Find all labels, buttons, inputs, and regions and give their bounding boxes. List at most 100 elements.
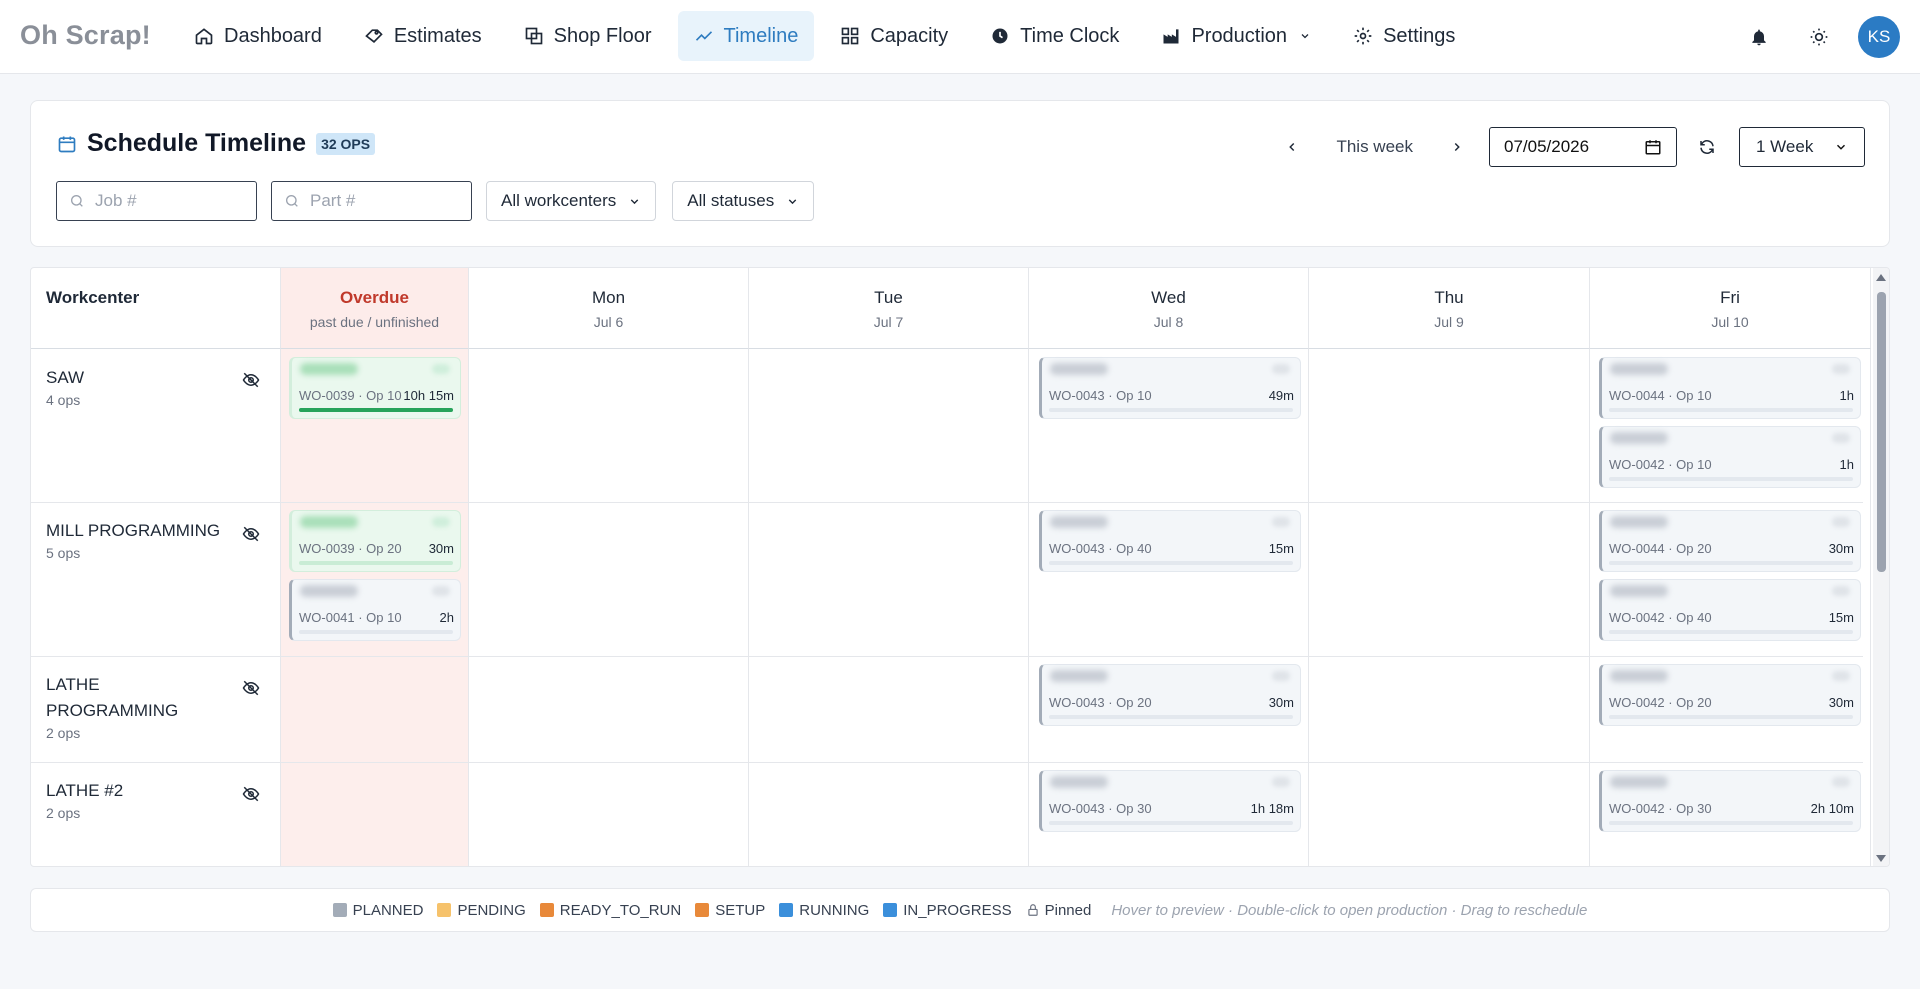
nav-item-timeline[interactable]: Timeline — [677, 11, 815, 61]
chevron-down-icon — [788, 198, 797, 204]
lock-icon — [1027, 904, 1038, 916]
op-work-order: WO-0044 · Op 10 — [1609, 388, 1712, 403]
op-card[interactable]: WO-0039 · Op 20 30m — [289, 510, 461, 572]
workcenter-name: MILL PROGRAMMING — [46, 521, 221, 540]
op-progress-bar — [1609, 821, 1853, 825]
op-progress-bar — [1049, 821, 1293, 825]
op-card[interactable]: WO-0042 · Op 30 2h 10m — [1599, 770, 1861, 832]
op-card[interactable]: WO-0042 · Op 10 1h — [1599, 426, 1861, 488]
nav-item-shop-floor[interactable]: Shop Floor — [508, 11, 668, 61]
op-card[interactable]: WO-0041 · Op 10 2h — [289, 579, 461, 641]
op-card[interactable]: WO-0039 · Op 10 10h 15m — [289, 357, 461, 419]
column-divider — [280, 349, 281, 866]
op-progress-bar — [1049, 561, 1293, 565]
gear-icon — [1354, 27, 1372, 45]
op-card[interactable]: WO-0044 · Op 20 30m — [1599, 510, 1861, 572]
op-progress-bar — [299, 408, 453, 412]
column-divider — [748, 349, 749, 866]
theme-toggle-button[interactable] — [1798, 16, 1840, 58]
op-duration: 1h — [1839, 388, 1854, 403]
op-card[interactable]: WO-0042 · Op 40 15m — [1599, 579, 1861, 641]
op-progress-bar — [1049, 408, 1293, 412]
status-filter-select[interactable]: All statuses — [672, 181, 815, 221]
op-qty-redacted — [1832, 433, 1850, 443]
brand-logo[interactable]: Oh Scrap! — [20, 20, 151, 51]
op-card[interactable]: WO-0043 · Op 10 49m — [1039, 357, 1301, 419]
nav-item-settings[interactable]: Settings — [1337, 11, 1471, 61]
day-name: Thu — [1434, 288, 1464, 307]
search-icon — [71, 195, 83, 207]
scroll-down-arrow[interactable] — [1876, 855, 1886, 862]
scroll-thumb[interactable] — [1877, 292, 1886, 572]
user-avatar[interactable]: KS — [1858, 16, 1900, 58]
op-part-redacted — [1610, 432, 1668, 444]
op-card[interactable]: WO-0043 · Op 40 15m — [1039, 510, 1301, 572]
grid-scrollbar[interactable] — [1873, 268, 1889, 866]
date-picker-input[interactable]: 07/05/2026 — [1489, 127, 1677, 167]
notifications-button[interactable] — [1738, 16, 1780, 58]
range-value: 1 Week — [1756, 137, 1814, 156]
op-work-order: WO-0042 · Op 20 — [1609, 695, 1712, 710]
clock-icon — [992, 28, 1008, 44]
part-search-input[interactable]: Part # — [271, 181, 472, 221]
op-part-redacted — [1610, 670, 1668, 682]
op-duration: 2h 10m — [1810, 801, 1854, 816]
job-search-input[interactable]: Job # — [56, 181, 257, 221]
sun-icon — [1810, 28, 1828, 46]
legend-swatch — [779, 903, 794, 917]
nav-items: Dashboard Estimates Shop Floor Timeline … — [178, 10, 1481, 62]
workcenter-name: SAW — [46, 368, 85, 387]
prev-week-button[interactable] — [1272, 127, 1312, 167]
day-column-header: Mon Jul 6 — [469, 268, 749, 349]
nav-item-capacity[interactable]: Capacity — [824, 11, 964, 61]
nav-item-label: Dashboard — [224, 24, 322, 47]
op-progress-bar — [1609, 408, 1853, 412]
nav-item-time-clock[interactable]: Time Clock — [974, 11, 1135, 61]
date-value: 07/05/2026 — [1504, 137, 1590, 156]
column-divider — [1308, 349, 1309, 866]
legend-item-setup: SETUP — [695, 902, 765, 919]
eye-off-icon[interactable] — [241, 525, 261, 543]
nav-item-label: Time Clock — [1020, 24, 1120, 47]
title-row: Schedule Timeline 32 OPS — [57, 129, 376, 158]
eye-off-icon[interactable] — [241, 679, 261, 697]
page-title: Schedule Timeline — [87, 129, 307, 157]
workcenter-ops-count: 2 ops — [46, 805, 81, 821]
timeline-header-card: Schedule Timeline 32 OPS This week 07/05… — [30, 100, 1890, 247]
this-week-button[interactable]: This week — [1336, 137, 1413, 157]
nav-item-estimates[interactable]: Estimates — [348, 11, 498, 61]
day-date: Jul 10 — [1711, 314, 1749, 330]
legend-label: PLANNED — [352, 901, 424, 919]
tag-icon — [365, 29, 383, 43]
workcenter-filter-select[interactable]: All workcenters — [486, 181, 657, 221]
eye-off-icon[interactable] — [241, 371, 261, 389]
scroll-up-arrow[interactable] — [1876, 274, 1886, 281]
op-part-redacted — [1610, 363, 1668, 375]
nav-item-production[interactable]: Production — [1145, 11, 1327, 61]
next-week-button[interactable] — [1437, 127, 1477, 167]
nav-item-dashboard[interactable]: Dashboard — [178, 11, 338, 61]
op-work-order: WO-0042 · Op 30 — [1609, 801, 1712, 816]
refresh-button[interactable] — [1687, 127, 1727, 167]
op-card[interactable]: WO-0042 · Op 20 30m — [1599, 664, 1861, 726]
op-duration: 10h 15m — [403, 388, 454, 403]
eye-off-icon[interactable] — [241, 785, 261, 803]
op-progress-bar — [1609, 630, 1853, 634]
op-duration: 49m — [1268, 388, 1294, 403]
part-search-placeholder: Part # — [310, 191, 356, 210]
day-name: Mon — [591, 288, 626, 307]
refresh-icon — [1700, 140, 1714, 154]
op-card[interactable]: WO-0043 · Op 20 30m — [1039, 664, 1301, 726]
calendar-picker-icon[interactable] — [1644, 138, 1662, 156]
bell-icon — [1752, 29, 1766, 46]
op-card[interactable]: WO-0044 · Op 10 1h — [1599, 357, 1861, 419]
home-icon — [195, 28, 213, 45]
op-card[interactable]: WO-0043 · Op 30 1h 18m — [1039, 770, 1301, 832]
day-date: Jul 9 — [1434, 314, 1464, 330]
legend-label: IN_PROGRESS — [903, 901, 1012, 919]
ops-count-badge: 32 OPS — [316, 132, 376, 155]
op-qty-redacted — [1272, 671, 1290, 681]
column-divider — [1589, 349, 1590, 866]
range-select[interactable]: 1 Week — [1739, 127, 1865, 167]
status-legend: PLANNED PENDING READY_TO_RUN SETUP RUNNI… — [30, 888, 1890, 932]
